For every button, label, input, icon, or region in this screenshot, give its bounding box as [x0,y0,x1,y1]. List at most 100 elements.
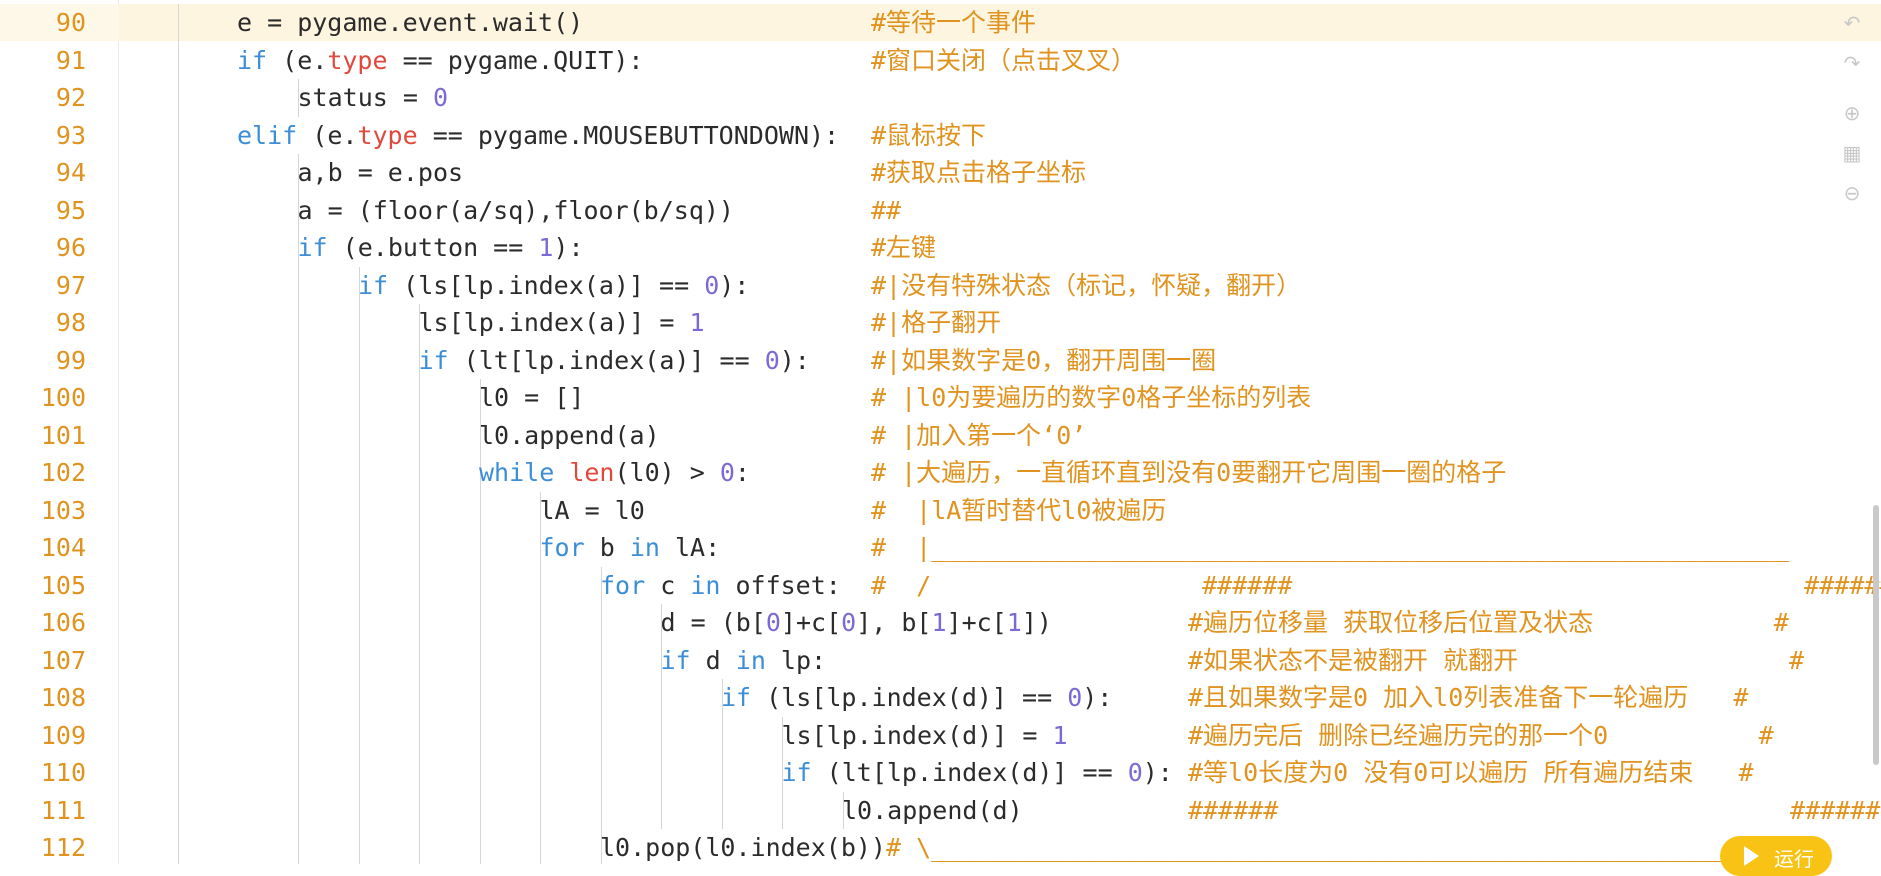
indent-guide [178,604,179,642]
indent-guide [358,529,360,567]
code-token: ]) [1021,608,1052,637]
code-editor[interactable]: 90 e = pygame.event.wait() #等待一个事件 91 if (e.… [0,0,1881,864]
indent-guide [358,491,360,529]
code-token: 0 [764,345,780,375]
indent-guide [721,791,723,829]
vertical-scrollbar[interactable] [1873,505,1879,765]
undo-icon[interactable]: ↶ [1841,12,1863,34]
code-line[interactable]: 102 while len(l0) > 0: # |大遍历，一直循环直到没有0要翻开… [0,454,1881,492]
code-line[interactable]: 98 ls[lp.index(a)] = 1 #|格子翻开 [0,304,1881,342]
indent-guide [358,604,360,642]
indent-guide [540,716,541,754]
code-line[interactable]: 108 if (ls[lp.index(d)] == 0): #且如果数字是0 加入… [0,679,1881,717]
code-text: if (lt[lp.index(d)] == 0): [782,754,1173,791]
indent-guide [479,829,481,864]
indent-guide [419,604,420,642]
code-token: (e.button == [327,233,539,262]
code-line[interactable]: 100 l0 = [] # |l0为要遍历的数字0格子坐标的列表 [0,379,1881,417]
indent-guide [298,304,299,342]
indent-guide [178,191,179,229]
code-line[interactable]: 94 a,b = e.pos #获取点击格子坐标 [0,154,1881,192]
indent-guide [358,641,360,679]
code-token: if [721,683,752,712]
indent-guide [600,604,602,642]
code-line[interactable]: 111 l0.append(d) ###### ###### [0,791,1881,829]
code-text: ls[lp.index(d)] = 1 [782,717,1068,754]
code-line[interactable]: 97 if (ls[lp.index(a)] == 0): #|没有特殊状态（标记，… [0,266,1881,304]
indent-guide [479,716,481,754]
code-line[interactable]: 105 for c in offset: # / ###### ###### [0,566,1881,604]
indent-guide [419,679,420,717]
indent-guide [600,754,602,792]
code-comment: #|格子翻开 [871,308,1002,337]
code-line[interactable]: 91 if (e.type == pygame.QUIT): #窗口关闭（点击叉叉） [0,41,1881,79]
code-token: b [584,533,630,562]
code-line[interactable]: 96 if (e.button == 1): #左键 [0,229,1881,267]
code-token: 1 [1052,720,1068,750]
line-number: 111 [40,795,86,825]
code-line[interactable]: 92 status = 0 [0,79,1881,117]
code-text: l0.append(a) [479,417,660,454]
indent-guide [721,716,723,754]
code-comment: # / ###### ###### [871,570,1881,600]
indent-guide [178,491,179,529]
indent-guide [419,716,420,754]
indent-guide [661,754,662,792]
run-button[interactable]: 运行 [1720,836,1832,876]
code-token: c [645,570,691,600]
code-token: for [600,570,646,600]
zoom-in-icon[interactable]: ⊕ [1841,102,1863,124]
indent-guide [298,604,299,642]
code-text: if d in lp: [661,642,827,679]
code-token: l0.pop(l0.index(b)) [600,833,886,862]
line-number: 91 [55,45,86,75]
code-comment: # |加入第一个‘0’ [871,420,1087,450]
code-token: ]+c[ [780,608,842,637]
indent-guide [178,229,179,267]
indent-guide [298,491,299,529]
redo-icon[interactable]: ↷ [1841,52,1863,74]
code-line[interactable]: 90 e = pygame.event.wait() #等待一个事件 [0,4,1881,42]
code-comment: ## [871,195,902,225]
code-line[interactable]: 109 ls[lp.index(d)] = 1 #遍历完后 删除已经遍历完的那一个0… [0,716,1881,754]
indent-guide [600,679,602,717]
indent-guide [479,679,481,717]
indent-guide [479,641,481,679]
code-line[interactable]: 104 for b in lA: # |______________________… [0,529,1881,567]
indent-guide [419,829,420,864]
code-token: if [358,270,389,300]
code-token: l0 = [] [479,383,585,412]
code-line[interactable]: 103 lA = l0 # |lA暂时替代l0被遍历 [0,491,1881,529]
code-line[interactable]: 99 if (lt[lp.index(a)] == 0): #|如果数字是0，翻开周… [0,341,1881,379]
line-number: 95 [55,195,86,225]
code-line[interactable]: 101 l0.append(a) # |加入第一个‘0’ [0,416,1881,454]
code-line[interactable]: 110 if (lt[lp.index(d)] == 0): #等l0长度为0 没有… [0,754,1881,792]
zoom-out-icon[interactable]: ⊖ [1841,182,1863,204]
code-comment: # |l0为要遍历的数字0格子坐标的列表 [871,383,1312,412]
indent-guide [358,829,360,864]
format-icon[interactable]: ▦ [1841,142,1863,164]
code-token: == pygame.MOUSEBUTTONDOWN): [417,120,840,150]
code-token: a,b = e.pos [297,158,464,187]
indent-guide [540,604,541,642]
code-token: (e. [297,120,358,150]
indent-guide [298,379,299,417]
indent-guide [178,116,179,154]
line-number: 110 [40,758,86,787]
indent-guide [419,416,420,454]
code-line[interactable]: 93 elif (e.type == pygame.MOUSEBUTTONDOWN… [0,116,1881,154]
code-line[interactable]: 106 d = (b[0]+c[0], b[1]+c[1]) #遍历位移量 获取位移… [0,604,1881,642]
code-token: type [327,45,388,75]
code-comment: #如果状态不是被翻开 就翻开 # [1188,645,1805,675]
indent-guide [358,679,360,717]
editor-toolbar: ↶ ↷ ⊕ ▦ ⊖ [1821,0,1881,864]
code-token: (l0) > [614,458,720,487]
code-line[interactable]: 107 if d in lp: #如果状态不是被翻开 就翻开 # [0,641,1881,679]
indent-guide [358,566,360,604]
code-token: lA = l0 [539,495,645,525]
code-text: if (e.button == 1): [298,229,584,266]
code-line[interactable]: 95 a = (floor(a/sq),floor(b/sq)) ## [0,191,1881,229]
code-token: if [781,758,812,787]
code-line[interactable]: 112 l0.pop(l0.index(b))# \_______________… [0,829,1881,864]
indent-guide [178,641,179,679]
